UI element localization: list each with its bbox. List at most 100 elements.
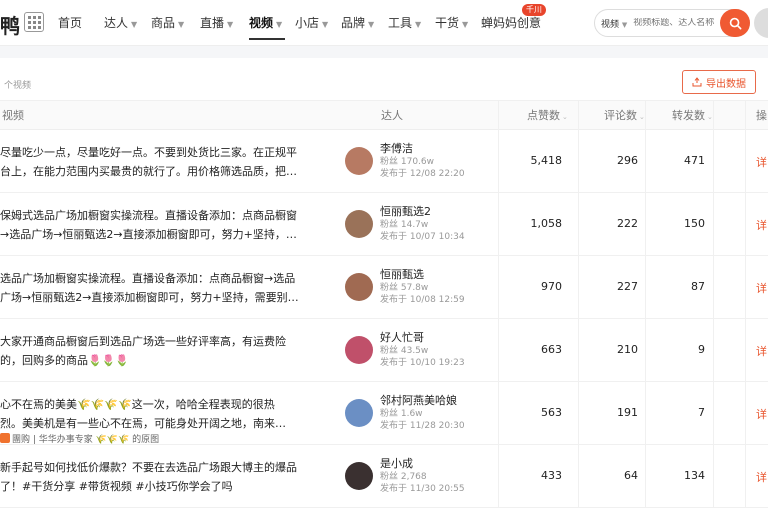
- apps-grid-icon[interactable]: [24, 12, 44, 32]
- shares-count: 9: [698, 343, 705, 356]
- chevron-down-icon: ▼: [368, 20, 375, 29]
- comments-count: 222: [617, 217, 638, 230]
- table-row[interactable]: 心不在焉的美美🌾🌾🌾🌾这一次，哈哈全程表现的很热 烈。美美机是有一些心不在焉，可能…: [0, 382, 768, 445]
- header-comments[interactable]: 评论数 ⌄: [604, 101, 645, 131]
- export-icon: [692, 77, 702, 87]
- detail-link[interactable]: 详: [756, 343, 767, 359]
- nav-item-9[interactable]: 蝉妈妈创意: [481, 0, 561, 46]
- table-row[interactable]: 保姆式选品广场加橱窗实操流程。直播设备添加：点商品橱窗 →选品广场→恒丽甄选2→直…: [0, 193, 768, 256]
- video-title-line: 了！#干货分享 #带货视频 #小技巧你学会了吗: [0, 480, 233, 493]
- publish-date: 发布于 10/08 12:59: [380, 295, 465, 305]
- influencer-name[interactable]: 是小成: [380, 457, 465, 471]
- detail-link[interactable]: 详: [756, 280, 767, 296]
- avatar[interactable]: [345, 210, 373, 238]
- nav-item-7[interactable]: 工具 ▼: [388, 0, 435, 46]
- sort-icon: ⌄: [562, 113, 568, 121]
- table-row[interactable]: 尽量吃少一点，尽量吃好一点。不要到处货比三家。在正规平 台上，在能力范围内买最贵的…: [0, 130, 768, 193]
- influencer-name[interactable]: 李傅洁: [380, 142, 465, 156]
- app-logo[interactable]: 鸭: [0, 10, 22, 39]
- video-title[interactable]: 尽量吃少一点，尽量吃好一点。不要到处货比三家。在正规平 台上，在能力范围内买最贵的…: [0, 143, 300, 181]
- search-type-select[interactable]: 视频 ▼: [595, 17, 627, 30]
- chevron-down-icon: ▼: [415, 20, 422, 29]
- table-header: 视频 达人 点赞数 ⌄ 评论数 ⌄ 转发数 ⌄ 操: [0, 100, 768, 130]
- sort-icon: ⌄: [639, 113, 645, 121]
- video-title[interactable]: 大家开通商品橱窗后到选品广场选一些好评率高，有运费险 的，回购多的商品🌷🌷🌷: [0, 332, 300, 370]
- influencer-fans: 粉丝 57.8w: [380, 283, 429, 293]
- video-title-line: 尽量吃少一点，尽量吃好一点。不要到处货比三家。在正规平: [0, 146, 297, 159]
- table-row[interactable]: 新手起号如何找低价爆款？不要在去选品广场跟大博主的爆品 了！#干货分享 #带货视频…: [0, 445, 768, 508]
- influencer-fans: 粉丝 2,768: [380, 472, 427, 482]
- influencer-info[interactable]: 邻村阿燕美哈娘 粉丝 1.6w 发布于 11/28 20:30: [380, 394, 465, 432]
- chevron-down-icon: ▼: [621, 20, 628, 29]
- likes-count: 663: [541, 343, 562, 356]
- video-title-line: 保姆式选品广场加橱窗实操流程。直播设备添加：点商品橱窗: [0, 209, 297, 222]
- influencer-info[interactable]: 是小成 粉丝 2,768 发布于 11/30 20:55: [380, 457, 465, 495]
- influencer-info[interactable]: 李傅洁 粉丝 170.6w 发布于 12/08 22:20: [380, 142, 465, 180]
- publish-date: 发布于 11/28 20:30: [380, 421, 465, 431]
- search-button[interactable]: [720, 9, 750, 37]
- influencer-name[interactable]: 邻村阿燕美哈娘: [380, 394, 465, 408]
- header-likes[interactable]: 点赞数 ⌄: [527, 101, 568, 131]
- tag-icon: [0, 433, 10, 443]
- nav-item-3[interactable]: 直播 ▼: [200, 0, 249, 46]
- export-data-button[interactable]: 导出数据: [682, 70, 756, 94]
- header-influencer: 达人: [381, 109, 403, 122]
- user-avatar[interactable]: [754, 8, 768, 38]
- video-title-line: 的，回购多的商品🌷🌷🌷: [0, 354, 130, 367]
- video-title-line: 选品广场加橱窗实操流程。直播设备添加：点商品橱窗→选品: [0, 272, 296, 285]
- nav-item-2[interactable]: 商品 ▼: [151, 0, 200, 46]
- shares-count: 87: [691, 280, 705, 293]
- influencer-name[interactable]: 恒丽甄选: [380, 268, 465, 282]
- header-shares[interactable]: 转发数 ⌄: [672, 101, 713, 131]
- likes-count: 1,058: [530, 217, 563, 230]
- video-title-line: 烈。美美机是有一些心不在焉，可能身处开阔之地，南来…: [0, 417, 286, 430]
- video-title-line: 大家开通商品橱窗后到选品广场选一些好评率高，有运费险: [0, 335, 286, 348]
- likes-count: 563: [541, 406, 562, 419]
- chevron-down-icon: ▼: [276, 20, 283, 29]
- video-title[interactable]: 新手起号如何找低价爆款？不要在去选品广场跟大博主的爆品 了！#干货分享 #带货视频…: [0, 458, 300, 496]
- table-row[interactable]: 大家开通商品橱窗后到选品广场选一些好评率高，有运费险 的，回购多的商品🌷🌷🌷 好人忙…: [0, 319, 768, 382]
- video-title-line: 广场→恒丽甄选2→直接添加橱窗即可，努力+坚持，需要别…: [0, 291, 299, 304]
- nav-item-4[interactable]: 视频 ▼: [249, 0, 295, 46]
- avatar[interactable]: [345, 273, 373, 301]
- table-row[interactable]: 选品广场加橱窗实操流程。直播设备添加：点商品橱窗→选品 广场→恒丽甄选2→直接添加…: [0, 256, 768, 319]
- influencer-info[interactable]: 恒丽甄选2 粉丝 14.7w 发布于 10/07 10:34: [380, 205, 465, 243]
- video-title[interactable]: 选品广场加橱窗实操流程。直播设备添加：点商品橱窗→选品 广场→恒丽甄选2→直接添加…: [0, 269, 300, 307]
- video-title-line: 心不在焉的美美🌾🌾🌾🌾这一次，哈哈全程表现的很热: [0, 398, 275, 411]
- avatar[interactable]: [345, 399, 373, 427]
- avatar[interactable]: [345, 462, 373, 490]
- nav-item-0[interactable]: 首页: [58, 0, 104, 46]
- video-title[interactable]: 心不在焉的美美🌾🌾🌾🌾这一次，哈哈全程表现的很热 烈。美美机是有一些心不在焉，可能…: [0, 395, 300, 447]
- influencer-name[interactable]: 恒丽甄选2: [380, 205, 465, 219]
- likes-count: 970: [541, 280, 562, 293]
- publish-date: 发布于 11/30 20:55: [380, 484, 465, 494]
- influencer-fans: 粉丝 14.7w: [380, 220, 429, 230]
- influencer-name[interactable]: 好人忙哥: [380, 331, 465, 345]
- nav-item-5[interactable]: 小店 ▼: [295, 0, 341, 46]
- sort-icon: ⌄: [707, 113, 713, 121]
- detail-link[interactable]: 详: [756, 154, 767, 170]
- avatar[interactable]: [345, 147, 373, 175]
- chevron-down-icon: ▼: [462, 20, 469, 29]
- influencer-info[interactable]: 好人忙哥 粉丝 43.5w 发布于 10/10 19:23: [380, 331, 465, 369]
- video-title[interactable]: 保姆式选品广场加橱窗实操流程。直播设备添加：点商品橱窗 →选品广场→恒丽甄选2→直…: [0, 206, 300, 244]
- result-count: 个视频: [4, 81, 32, 91]
- influencer-fans: 粉丝 43.5w: [380, 346, 429, 356]
- search-icon: [729, 17, 741, 29]
- shares-count: 150: [684, 217, 705, 230]
- nav-item-8[interactable]: 干货 ▼: [435, 0, 481, 46]
- detail-link[interactable]: 详: [756, 469, 767, 485]
- top-navigation-bar: 鸭 首页 达人 ▼ 商品 ▼ 直播 ▼ 视频 ▼ 小店 ▼ 品牌 ▼ 工具 ▼ 干货 ▼ 蝉妈妈创意 千川 视频 …: [0, 0, 768, 46]
- detail-link[interactable]: 详: [756, 406, 767, 422]
- header-ops: 操: [756, 109, 767, 122]
- detail-link[interactable]: 详: [756, 217, 767, 233]
- comments-count: 227: [617, 280, 638, 293]
- nav-new-badge: 千川: [522, 4, 546, 16]
- avatar[interactable]: [345, 336, 373, 364]
- comments-count: 210: [617, 343, 638, 356]
- nav-item-6[interactable]: 品牌 ▼: [341, 0, 388, 46]
- shares-count: 7: [698, 406, 705, 419]
- nav-item-1[interactable]: 达人 ▼: [104, 0, 151, 46]
- search-input[interactable]: [633, 18, 726, 28]
- influencer-info[interactable]: 恒丽甄选 粉丝 57.8w 发布于 10/08 12:59: [380, 268, 465, 306]
